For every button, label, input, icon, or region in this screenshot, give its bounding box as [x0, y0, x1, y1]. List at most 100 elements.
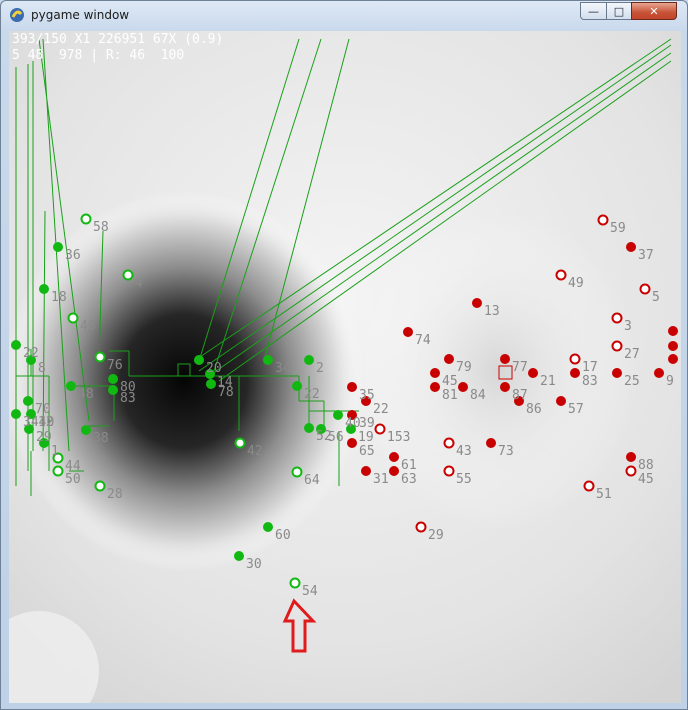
green-point-label: 38: [93, 431, 109, 446]
green-point: [81, 425, 91, 435]
close-button[interactable]: ✕: [631, 2, 677, 20]
green-point: [94, 351, 106, 363]
red-point-label: 84: [470, 388, 486, 403]
green-point-label: 28: [107, 487, 123, 502]
red-point: [611, 340, 623, 352]
green-point-label: 20: [206, 361, 222, 376]
green-point: [333, 410, 343, 420]
red-point-label: 88: [638, 458, 654, 473]
red-point: [347, 438, 357, 448]
red-point-label: 61: [401, 458, 417, 473]
green-point-label: 42: [247, 444, 263, 459]
red-point-label: 65: [359, 444, 375, 459]
green-point-label: 54: [302, 584, 318, 599]
red-point: [569, 353, 581, 365]
red-point-label: 87: [512, 388, 528, 403]
green-point: [39, 284, 49, 294]
red-point-label: 83: [582, 374, 598, 389]
red-point: [361, 466, 371, 476]
green-point: [52, 465, 64, 477]
pygame-snake-icon: [10, 8, 24, 22]
green-point: [234, 551, 244, 561]
game-canvas[interactable]: 59 37 49 5 13 74 79 45 81 84 21 17 83 25 9 3 27 35 39 22 153…: [9, 31, 681, 703]
scene: 59374951374794581 84211783 25 9327353922153…: [9, 31, 681, 703]
green-point-label: 8: [38, 361, 46, 376]
red-point-label: 55: [456, 472, 472, 487]
red-point: [597, 214, 609, 226]
red-point: [443, 437, 455, 449]
maximize-button[interactable]: □: [606, 2, 632, 20]
green-point: [80, 213, 92, 225]
red-point: [654, 368, 664, 378]
red-point: [444, 354, 454, 364]
green-point-label: 30: [246, 557, 262, 572]
red-point: [611, 312, 623, 324]
red-point: [500, 354, 510, 364]
green-point: [292, 381, 302, 391]
minimize-button[interactable]: —: [580, 2, 607, 20]
red-point: [430, 368, 440, 378]
green-point: [67, 312, 79, 324]
red-point: [500, 382, 510, 392]
red-point-label: 43: [456, 444, 472, 459]
title-bar[interactable]: pygame window — □ ✕: [1, 1, 687, 31]
green-point-label: 48: [78, 387, 94, 402]
green-point-label: 4: [135, 276, 143, 291]
red-point: [415, 521, 427, 533]
green-point-label: 19: [358, 430, 374, 445]
green-point-label: 58: [93, 220, 109, 235]
red-point-label: 45: [442, 374, 458, 389]
green-point-label: 34: [275, 361, 291, 376]
red-point-label: 45: [638, 472, 654, 487]
red-point: [528, 368, 538, 378]
red-point: [347, 382, 357, 392]
green-point: [289, 577, 301, 589]
red-point: [443, 465, 455, 477]
red-point-label: 9: [666, 374, 674, 389]
green-point-label: 83: [120, 391, 136, 406]
red-point: [555, 269, 567, 281]
green-point-label: 2: [316, 361, 324, 376]
green-point: [304, 423, 314, 433]
red-point: [639, 283, 651, 295]
green-point-label: 64: [304, 473, 320, 488]
red-point: [668, 326, 678, 336]
hud-line-2: 5 48 978 | R: 46 100: [12, 48, 185, 63]
green-point-label: 46: [80, 319, 96, 334]
red-point-label: 74: [415, 333, 431, 348]
red-point: [389, 452, 399, 462]
red-point: [668, 354, 678, 364]
window-title: pygame window: [31, 8, 130, 22]
green-point-label: 29: [36, 430, 52, 445]
red-point-label: 63: [401, 472, 417, 487]
red-point-label: 86: [526, 402, 542, 417]
green-point: [263, 522, 273, 532]
green-point-label: 70: [35, 402, 51, 417]
red-point: [668, 341, 678, 351]
green-point-label: 76: [107, 358, 123, 373]
green-point-label: 56: [328, 430, 344, 445]
red-point-label: 22: [373, 402, 389, 417]
green-point: [53, 242, 63, 252]
red-point-label: 73: [498, 444, 514, 459]
red-point-label: 13: [484, 304, 500, 319]
red-point-label: 27: [624, 347, 640, 362]
red-point: [626, 242, 636, 252]
red-point-label: 29: [428, 528, 444, 543]
red-point: [570, 368, 580, 378]
green-point: [11, 340, 21, 350]
app-window: pygame window — □ ✕ 59 37 49 5 13 74 79 …: [0, 0, 688, 710]
green-point: [108, 385, 118, 395]
green-point: [66, 381, 76, 391]
red-point: [389, 466, 399, 476]
red-point-label: 35: [359, 388, 375, 403]
green-point-label: 50: [65, 472, 81, 487]
red-point: [430, 382, 440, 392]
green-point-label: 60: [275, 528, 291, 543]
red-point-label: 57: [568, 402, 584, 417]
red-point-label: 49: [568, 276, 584, 291]
red-point-label: 59: [610, 221, 626, 236]
red-point-label: 19: [680, 332, 681, 347]
red-point: [458, 382, 468, 392]
green-point: [108, 374, 118, 384]
